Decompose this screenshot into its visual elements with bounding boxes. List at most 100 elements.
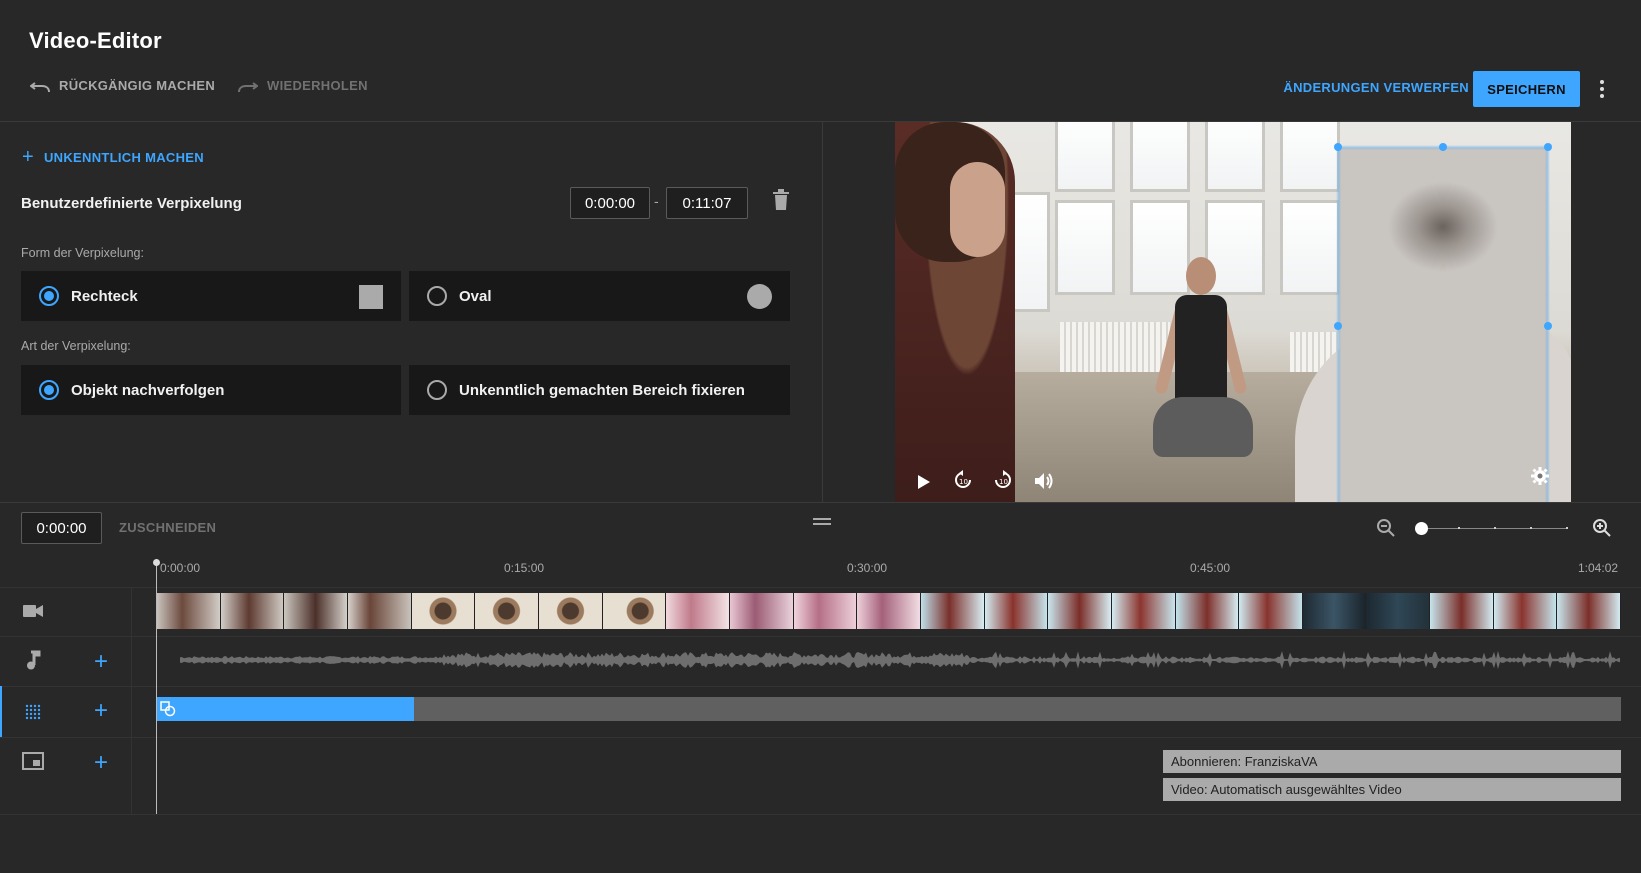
video-thumbnail [1430, 593, 1494, 629]
blur-item-name: Benutzerdefinierte Verpixelung [21, 195, 242, 212]
shape-option-oval[interactable]: Oval [409, 271, 790, 321]
volume-icon[interactable] [1034, 472, 1054, 490]
music-note-icon [27, 650, 41, 670]
video-preview[interactable]: 10 10 [895, 122, 1571, 502]
add-end-screen-button[interactable]: + [94, 751, 108, 775]
end-screen-item-video[interactable]: Video: Automatisch ausgewähltes Video [1163, 778, 1621, 801]
radio-unselected[interactable] [427, 286, 447, 306]
playhead-handle[interactable] [153, 559, 160, 566]
resize-handle[interactable] [1439, 143, 1447, 151]
zoom-out-icon[interactable] [1376, 518, 1396, 538]
shape-option-label: Rechteck [71, 287, 138, 305]
undo-icon [30, 81, 50, 92]
blur-start-time-input[interactable]: 0:00:00 [570, 187, 650, 219]
video-thumbnail [411, 593, 476, 629]
gear-icon[interactable] [1531, 467, 1549, 490]
zoom-slider-tick [1566, 527, 1568, 529]
add-blur-button[interactable]: + UNKENNTLICH MACHEN [22, 147, 204, 167]
blur-shape-icon [160, 701, 176, 717]
plus-icon: + [22, 146, 34, 168]
add-audio-button[interactable]: + [94, 650, 108, 674]
zoom-slider-tick [1494, 527, 1496, 529]
forward-10-icon[interactable]: 10 [993, 470, 1013, 490]
radio-selected[interactable] [39, 380, 59, 400]
rectangle-shape-icon [359, 285, 383, 309]
radio-selected[interactable] [39, 286, 59, 306]
redo-icon [238, 81, 258, 92]
video-thumbnail [1366, 593, 1431, 629]
redo-button[interactable]: WIEDERHOLEN [238, 78, 368, 93]
resize-handle[interactable] [1334, 143, 1342, 151]
track-divider [0, 737, 1641, 738]
discard-changes-button[interactable]: ÄNDERUNGEN VERWERFEN [1283, 80, 1469, 95]
video-thumbnail [157, 593, 221, 629]
video-thumbnail [729, 593, 794, 629]
drag-handle-icon[interactable] [813, 518, 831, 525]
end-screen-icon [22, 752, 44, 770]
ruler-label: 0:30:00 [847, 561, 888, 575]
replay-10-icon[interactable]: 10 [953, 470, 973, 490]
zoom-slider-tick [1458, 527, 1460, 529]
resize-handle[interactable] [1334, 322, 1342, 330]
page-title: Video-Editor [29, 28, 162, 53]
shape-section-label: Form der Verpixelung: [21, 246, 144, 260]
undo-button[interactable]: RÜCKGÄNGIG MACHEN [30, 78, 215, 93]
panel-divider [822, 121, 823, 502]
play-icon[interactable] [917, 474, 931, 490]
resize-handle[interactable] [1544, 322, 1552, 330]
video-thumbnail [1302, 593, 1367, 629]
timeline-divider [0, 502, 1641, 503]
trash-icon[interactable] [772, 189, 790, 211]
blur-region-box[interactable] [1338, 147, 1548, 502]
track-header-divider [131, 587, 132, 814]
video-thumbnail [920, 593, 985, 629]
playhead-line[interactable] [156, 562, 157, 814]
video-thumbnail [220, 593, 285, 629]
video-thumbnail [347, 593, 412, 629]
video-camera-icon [23, 605, 43, 617]
zoom-slider-knob[interactable] [1415, 522, 1428, 535]
save-button[interactable]: SPEICHERN [1473, 71, 1580, 107]
ruler-label: 0:15:00 [504, 561, 545, 575]
audio-waveform[interactable] [180, 640, 1621, 680]
type-section-label: Art der Verpixelung: [21, 339, 131, 353]
undo-label: RÜCKGÄNGIG MACHEN [59, 78, 216, 93]
active-track-indicator [0, 686, 2, 737]
video-thumbnail [1493, 593, 1558, 629]
blur-segment[interactable] [156, 697, 414, 721]
trim-button[interactable]: ZUSCHNEIDEN [119, 520, 216, 535]
time-range-dash: - [654, 193, 659, 209]
type-option-label: Unkenntlich gemachten Bereich fixieren [459, 381, 745, 399]
resize-handle[interactable] [1544, 143, 1552, 151]
video-thumbnail [1048, 593, 1112, 629]
svg-text:10: 10 [959, 478, 968, 486]
more-vert-icon[interactable] [1594, 77, 1610, 101]
video-filmstrip[interactable] [157, 593, 1621, 629]
timeline-current-time-input[interactable]: 0:00:00 [21, 512, 102, 544]
track-divider [0, 636, 1641, 637]
video-thumbnail [666, 593, 730, 629]
zoom-in-icon[interactable] [1592, 518, 1612, 538]
video-thumbnail [284, 593, 348, 629]
ruler-label: 0:00:00 [160, 561, 201, 575]
video-thumbnail [602, 593, 667, 629]
video-thumbnail [1175, 593, 1240, 629]
blur-end-time-input[interactable]: 0:11:07 [666, 187, 748, 219]
add-blur-track-button[interactable]: + [94, 699, 108, 723]
timeline-bottom-divider [0, 814, 1641, 815]
video-thumbnail [538, 593, 603, 629]
type-option-label: Objekt nachverfolgen [71, 381, 225, 399]
zoom-slider-tick [1530, 527, 1532, 529]
type-option-fix-area[interactable]: Unkenntlich gemachten Bereich fixieren [409, 365, 790, 415]
blur-grid-icon [25, 704, 41, 720]
video-thumbnail [1557, 593, 1621, 629]
ruler-label: 1:04:02 [1578, 561, 1619, 575]
video-thumbnail [1111, 593, 1176, 629]
end-screen-item-subscribe[interactable]: Abonnieren: FranziskaVA [1163, 750, 1621, 773]
oval-shape-icon [747, 284, 772, 309]
shape-option-rectangle[interactable]: Rechteck [21, 271, 401, 321]
type-option-track-object[interactable]: Objekt nachverfolgen [21, 365, 401, 415]
track-divider [0, 686, 1641, 687]
radio-unselected[interactable] [427, 380, 447, 400]
svg-text:10: 10 [999, 478, 1008, 486]
